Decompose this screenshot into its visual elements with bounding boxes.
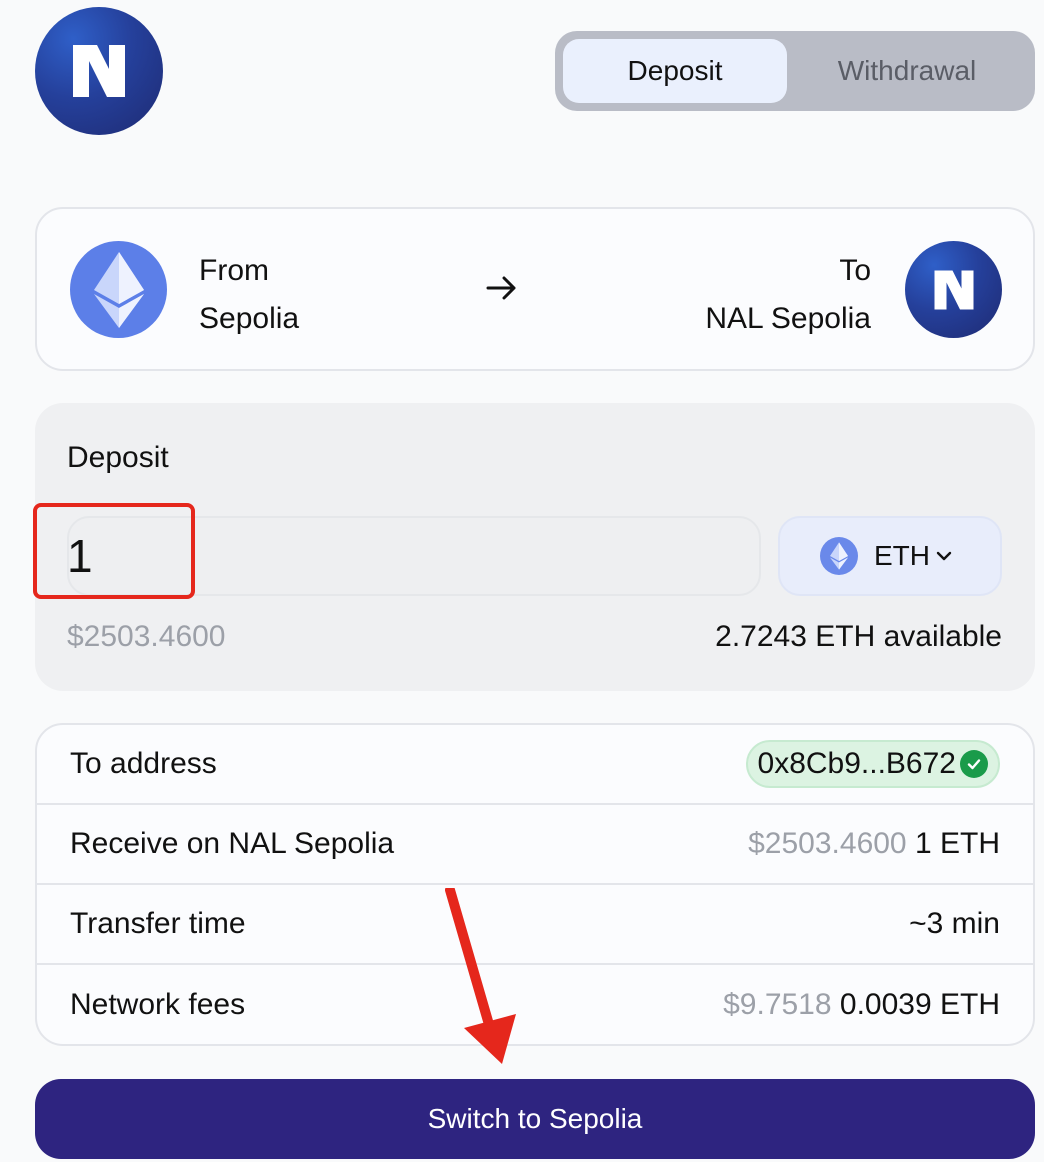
transfer-time-label: Transfer time	[70, 907, 246, 940]
chevron-down-icon	[936, 551, 952, 561]
annotation-arrow-icon	[445, 888, 516, 1064]
token-select[interactable]: ETH	[778, 516, 1002, 596]
deposit-title: Deposit	[67, 441, 169, 474]
token-symbol: ETH	[874, 540, 930, 571]
receive-amount: 1 ETH	[914, 827, 1000, 860]
to-address-value: 0x8Cb9...B672	[757, 747, 956, 780]
transfer-time-value: ~3 min	[909, 907, 1000, 940]
from-network: Sepolia	[199, 302, 300, 335]
network-fees-label: Network fees	[70, 988, 246, 1021]
details-row-receive: Receive on NAL Sepolia $2503.4600 1 ETH	[37, 805, 1033, 885]
to-network: NAL Sepolia	[705, 302, 871, 335]
to-address-label: To address	[70, 747, 217, 780]
ethereum-icon	[820, 537, 858, 575]
network-fees-amount: 0.0039 ETH	[839, 988, 1000, 1021]
transfer-details: To address 0x8Cb9...B672 Receive on NAL …	[35, 723, 1035, 1046]
arrow-right-icon	[486, 276, 516, 300]
bridge-page: Deposit Withdrawal From Sepolia To NAL S…	[0, 0, 1044, 1162]
nal-logo-icon	[35, 7, 163, 135]
to-address-badge[interactable]: 0x8Cb9...B672	[745, 740, 1000, 788]
details-row-transfer-time: Transfer time ~3 min	[37, 885, 1033, 965]
from-label: From	[199, 254, 269, 287]
network-fees-value: $9.7518 0.0039 ETH	[723, 988, 1000, 1022]
route-to: To NAL Sepolia	[705, 247, 871, 343]
ethereum-icon	[70, 241, 167, 338]
network-fees-usd: $9.7518	[723, 988, 832, 1021]
receive-value: $2503.4600 1 ETH	[748, 827, 1000, 861]
available-balance: 2.7243 ETH available	[715, 620, 1002, 653]
nal-logo-icon	[905, 241, 1002, 338]
details-row-to-address: To address 0x8Cb9...B672	[37, 725, 1033, 805]
receive-usd: $2503.4600	[748, 827, 907, 860]
route-card: From Sepolia To NAL Sepolia	[35, 207, 1035, 371]
receive-label: Receive on NAL Sepolia	[70, 827, 395, 860]
usd-value: $2503.4600	[67, 620, 226, 653]
deposit-withdrawal-toggle: Deposit Withdrawal	[555, 31, 1035, 111]
tab-withdrawal[interactable]: Withdrawal	[787, 39, 1027, 103]
switch-network-button[interactable]: Switch to Sepolia	[35, 1079, 1035, 1159]
route-from: From Sepolia	[199, 247, 299, 343]
deposit-panel: Deposit 1 ETH $2503.4600 2.7243 ETH avai…	[33, 403, 1035, 691]
to-label: To	[839, 254, 871, 287]
details-row-network-fees: Network fees $9.7518 0.0039 ETH	[37, 965, 1033, 1044]
check-circle-icon	[960, 750, 988, 778]
annotation-highlight-box	[33, 503, 195, 599]
tab-deposit[interactable]: Deposit	[563, 39, 787, 103]
